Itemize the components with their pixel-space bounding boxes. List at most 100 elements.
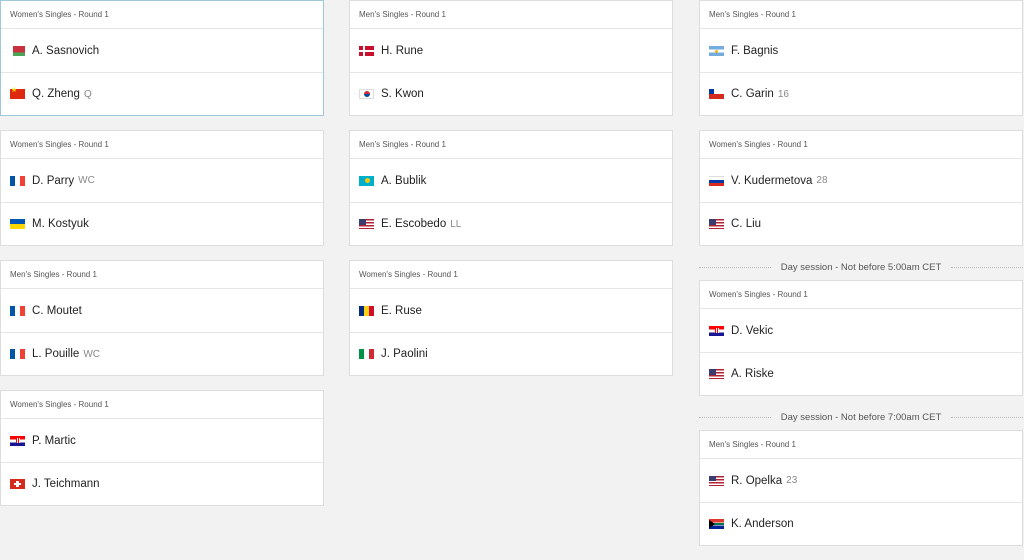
player-row[interactable]: J. Teichmann [1, 462, 323, 505]
player-row[interactable]: P. Martic [1, 419, 323, 462]
flag-us-icon [359, 219, 374, 229]
player-name[interactable]: C. Moutet [32, 305, 82, 317]
player-name[interactable]: Q. Zheng [32, 88, 80, 100]
player-name[interactable]: A. Sasnovich [32, 45, 99, 57]
match-card[interactable]: Women's Singles - Round 1 V. Kudermetova 2… [699, 130, 1023, 246]
player-name[interactable]: H. Rune [381, 45, 423, 57]
match-card[interactable]: Men's Singles - Round 1 A. Bublik E. Escob… [349, 130, 673, 246]
player-name[interactable]: R. Opelka [731, 475, 782, 487]
player-row[interactable]: D. Parry WC [1, 159, 323, 202]
schedule-column: Men's Singles - Round 1 H. Rune S. Kwon Men… [349, 0, 673, 390]
flag-fr-icon [10, 175, 25, 186]
player-name[interactable]: V. Kudermetova [731, 175, 812, 187]
flag-ru-icon [709, 175, 724, 186]
player-name[interactable]: F. Bagnis [731, 45, 778, 57]
flag-it-icon [359, 349, 374, 359]
player-name[interactable]: E. Ruse [381, 305, 422, 317]
player-row[interactable]: C. Moutet [1, 289, 323, 332]
flag-ua-icon [10, 219, 25, 229]
player-row[interactable]: S. Kwon [350, 72, 672, 115]
flag-ch-icon [10, 479, 25, 489]
player-seed: 16 [777, 88, 789, 100]
player-seed: 28 [816, 175, 828, 186]
player-row[interactable]: M. Kostyuk [1, 202, 323, 245]
player-name[interactable]: L. Pouille [32, 348, 79, 360]
flag-kz-icon [359, 175, 374, 186]
match-card[interactable]: Women's Singles - Round 1 E. Ruse J. Paoli… [349, 260, 673, 376]
session-label: Day session - Not before 5:00am CET [780, 261, 942, 273]
player-row[interactable]: C. Liu [700, 202, 1022, 245]
player-row[interactable]: Q. ZhengQ [1, 72, 323, 115]
flag-us-icon [709, 369, 724, 379]
session-label: Day session - Not before 7:00am CET [780, 411, 942, 423]
player-row[interactable]: J. Paolini [350, 332, 672, 375]
flag-cn-icon [10, 86, 25, 99]
player-row[interactable]: D. Vekic [700, 309, 1022, 352]
flag-ar-icon [709, 45, 724, 56]
player-name[interactable]: D. Vekic [731, 325, 773, 337]
match-round-label: Men's Singles - Round 1 [350, 131, 672, 159]
match-round-label: Women's Singles - Round 1 [700, 131, 1022, 159]
player-row[interactable]: E. Escobedo LL [350, 202, 672, 245]
player-row[interactable]: L. Pouille WC [1, 332, 323, 375]
session-divider: Day session - Not before 7:00am CET [699, 404, 1023, 430]
match-round-label: Men's Singles - Round 1 [1, 261, 323, 289]
player-name[interactable]: P. Martic [32, 435, 76, 447]
player-seed: 23 [786, 475, 798, 486]
match-card[interactable]: Women's Singles - Round 1 D. Vekic A. Risk… [699, 280, 1023, 396]
player-name[interactable]: K. Anderson [731, 518, 794, 530]
match-card[interactable]: Men's Singles - Round 1 H. Rune S. Kwon [349, 0, 673, 116]
flag-za-icon [709, 519, 724, 529]
match-round-label: Men's Singles - Round 1 [350, 1, 672, 29]
match-card[interactable]: Women's Singles - Round 1 D. Parry WC M. Ko… [0, 130, 324, 246]
flag-hr-icon [10, 435, 25, 446]
player-name[interactable]: D. Parry [32, 175, 74, 187]
flag-hr-icon [709, 325, 724, 336]
player-seed: WC [83, 348, 100, 360]
flag-dk-icon [359, 45, 374, 56]
session-divider: Day session - Not before 5:00am CET [699, 254, 1023, 280]
player-row[interactable]: H. Rune [350, 29, 672, 72]
flag-cl-icon [709, 89, 724, 99]
flag-kr-icon [359, 89, 374, 99]
player-name[interactable]: S. Kwon [381, 88, 424, 100]
player-seed: WC [78, 175, 95, 186]
player-row[interactable]: K. Anderson [700, 502, 1022, 545]
schedule-column: Women's Singles - Round 1 A. Sasnovich Q. … [0, 0, 324, 520]
flag-us-icon [709, 219, 724, 229]
match-card[interactable]: Men's Singles - Round 1 F. Bagnis C. Garin… [699, 0, 1023, 116]
flag-fr-icon [10, 305, 25, 316]
match-card[interactable]: Women's Singles - Round 1 A. Sasnovich Q. … [0, 0, 324, 116]
flag-fr-icon [10, 349, 25, 359]
match-card[interactable]: Men's Singles - Round 1 R. Opelka 23 K. And… [699, 430, 1023, 546]
player-name[interactable]: M. Kostyuk [32, 218, 89, 230]
flag-by-icon [10, 45, 25, 56]
player-row[interactable]: A. Riske [700, 352, 1022, 395]
flag-ro-icon [359, 305, 374, 316]
player-name[interactable]: C. Garin [731, 88, 774, 100]
player-row[interactable]: E. Ruse [350, 289, 672, 332]
match-card[interactable]: Women's Singles - Round 1 P. Martic J. Tei… [0, 390, 324, 506]
player-name[interactable]: J. Paolini [381, 348, 428, 360]
player-row[interactable]: A. Bublik [350, 159, 672, 202]
match-round-label: Men's Singles - Round 1 [700, 431, 1022, 459]
player-name[interactable]: C. Liu [731, 218, 761, 230]
schedule-column: Men's Singles - Round 1 F. Bagnis C. Garin… [699, 0, 1023, 560]
player-row[interactable]: V. Kudermetova 28 [700, 159, 1022, 202]
player-row[interactable]: F. Bagnis [700, 29, 1022, 72]
match-round-label: Women's Singles - Round 1 [1, 131, 323, 159]
player-name[interactable]: E. Escobedo [381, 218, 446, 230]
match-card[interactable]: Men's Singles - Round 1 C. Moutet L. Pouil… [0, 260, 324, 376]
match-round-label: Men's Singles - Round 1 [700, 1, 1022, 29]
player-row[interactable]: A. Sasnovich [1, 29, 323, 72]
player-seed: Q [83, 88, 92, 100]
player-row[interactable]: C. Garin 16 [700, 72, 1022, 115]
player-row[interactable]: R. Opelka 23 [700, 459, 1022, 502]
match-round-label: Women's Singles - Round 1 [1, 1, 323, 29]
player-name[interactable]: J. Teichmann [32, 478, 100, 490]
player-name[interactable]: A. Riske [731, 368, 774, 380]
player-seed: LL [450, 218, 462, 230]
match-round-label: Women's Singles - Round 1 [350, 261, 672, 289]
player-name[interactable]: A. Bublik [381, 175, 426, 187]
flag-us-icon [709, 475, 724, 486]
